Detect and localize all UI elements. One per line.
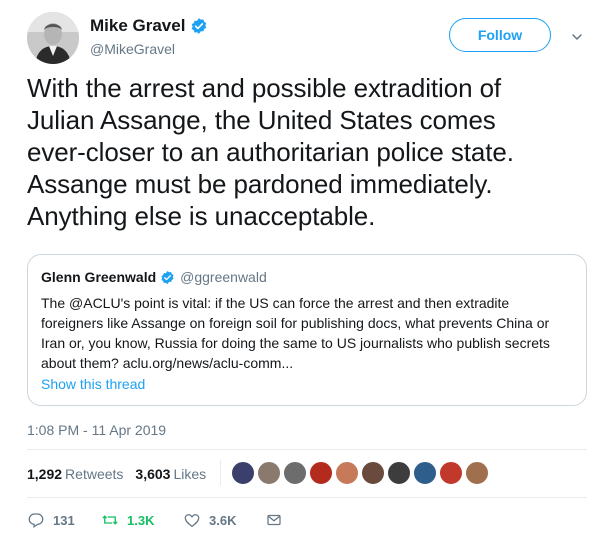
likers-avatar-list[interactable] [231, 461, 491, 485]
author-display-name[interactable]: Mike Gravel [90, 16, 185, 36]
tweet-actions-bar: 131 1.3K 3.6K [27, 511, 283, 529]
engagement-stats: 1,292 Retweets 3,603 Likes [27, 466, 218, 482]
retweet-count[interactable]: 1,292 [27, 466, 62, 482]
quoted-author-handle: @ggreenwald [180, 269, 267, 285]
heart-icon [184, 514, 200, 528]
liker-avatar[interactable] [387, 461, 411, 485]
like-button[interactable]: 3.6K [183, 511, 265, 529]
verified-badge-icon [190, 17, 208, 35]
show-thread-link[interactable]: Show this thread [41, 376, 145, 392]
divider [27, 449, 587, 450]
retweet-action-count: 1.3K [127, 512, 155, 528]
reply-icon [28, 513, 44, 528]
quoted-tweet-text: The @ACLU's point is vital: if the US ca… [41, 293, 581, 373]
quoted-text-line: about them? aclu.org/news/aclu-comm... [41, 355, 294, 371]
liker-avatar[interactable] [465, 461, 489, 485]
author-handle[interactable]: @MikeGravel [90, 41, 175, 57]
retweet-icon [102, 515, 118, 525]
quoted-text-line: Iran or, you know, Russia for doing the … [41, 335, 550, 351]
liker-avatar[interactable] [413, 461, 437, 485]
like-action-count: 3.6K [209, 512, 237, 528]
like-count[interactable]: 3,603 [135, 466, 170, 482]
liker-avatar[interactable] [439, 461, 463, 485]
reply-button[interactable]: 131 [27, 511, 101, 529]
chevron-down-icon[interactable] [571, 30, 583, 42]
reply-count: 131 [53, 512, 75, 528]
quoted-text-line: foreigners like Assange on foreign soil … [41, 315, 550, 331]
tweet-text-line: Anything else is unacceptable. [27, 201, 376, 231]
tweet-text: With the arrest and possible extradition… [27, 72, 587, 232]
quoted-tweet-card[interactable]: Glenn Greenwald @ggreenwald The @ACLU's … [27, 254, 587, 406]
tweet-text-line: Assange must be pardoned immediately. [27, 169, 493, 199]
retweet-count-label[interactable]: Retweets [65, 466, 123, 482]
tweet-timestamp[interactable]: 1:08 PM - 11 Apr 2019 [27, 422, 166, 438]
liker-avatar[interactable] [257, 461, 281, 485]
follow-button[interactable]: Follow [449, 18, 551, 52]
like-count-label[interactable]: Likes [173, 466, 206, 482]
direct-message-button[interactable] [265, 511, 283, 529]
liker-avatar[interactable] [309, 461, 333, 485]
liker-avatar[interactable] [231, 461, 255, 485]
liker-avatar[interactable] [283, 461, 307, 485]
retweet-button[interactable]: 1.3K [101, 511, 183, 529]
tweet-text-line: With the arrest and possible extradition… [27, 73, 502, 103]
verified-badge-icon [160, 270, 175, 285]
mail-icon [267, 514, 281, 526]
liker-avatar[interactable] [361, 461, 385, 485]
divider [220, 460, 221, 486]
author-avatar[interactable] [27, 12, 79, 64]
quoted-author-name: Glenn Greenwald [41, 269, 157, 285]
tweet-text-line: Julian Assange, the United States comes [27, 105, 496, 135]
quoted-text-line: The @ACLU's point is vital: if the US ca… [41, 295, 510, 311]
divider [27, 497, 587, 498]
liker-avatar[interactable] [335, 461, 359, 485]
tweet-text-line: ever-closer to an authoritarian police s… [27, 137, 514, 167]
author-name-row: Mike Gravel [90, 16, 208, 36]
quoted-author-row: Glenn Greenwald @ggreenwald [41, 269, 267, 285]
